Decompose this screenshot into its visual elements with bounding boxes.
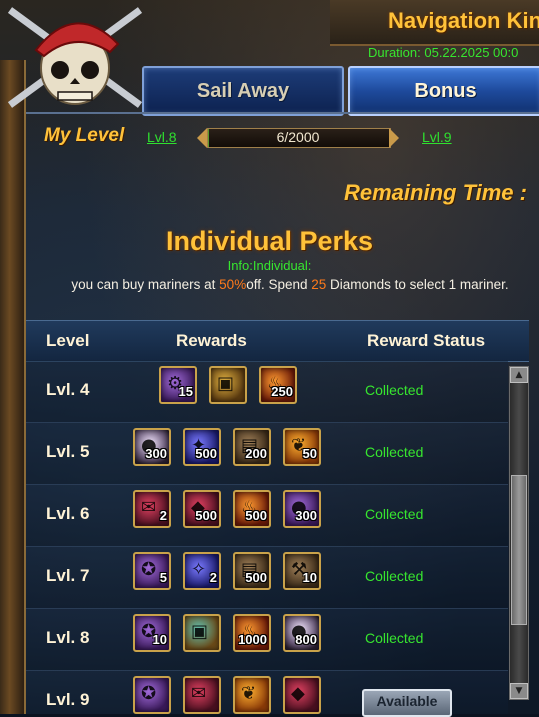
reward-status: Collected [365,568,424,584]
row-level: Lvl. 8 [46,628,90,647]
header-reward-status: Reward Status [367,331,486,350]
reward-status: Collected [365,630,424,646]
page-title: Navigation Kin [388,8,539,33]
reward-quantity: 10 [152,632,167,647]
reward-quantity: 250 [271,384,293,399]
chest-icon: ▣ [191,621,209,642]
rewards-scrollbar[interactable]: ▲ ▼ [509,366,529,700]
reward-row: Lvl. 8 ✪ 10 ▣ ♨ 1000 ● 800 Collected [26,608,508,671]
reward-item-pearl-icon[interactable]: ● 800 [283,614,321,652]
row-level: Lvl. 5 [46,442,90,461]
left-frame [0,60,26,714]
rune-icon: ✧ [191,559,207,580]
tab-sail-away[interactable]: Sail Away [142,66,344,116]
row-level: Lvl. 4 [46,380,90,399]
row-level: Lvl. 6 [46,504,90,523]
row-level: Lvl. 7 [46,566,90,585]
progress-text: 6/2000 [276,129,320,145]
table-header: Level Rewards Reward Status [26,320,529,362]
reward-item-crystal-icon[interactable]: ✦ 500 [183,428,221,466]
duration-text: Duration: 05.22.2025 00:0 [368,45,519,60]
reward-status: Collected [365,382,424,398]
perks-description: you can buy mariners at 50%off. Spend 25… [71,277,509,292]
pirate-skull-icon [7,7,143,108]
reward-item-pearl-icon[interactable]: ● 300 [133,428,171,466]
scroll-icon: ✉ [191,683,207,704]
reward-item-flame-icon[interactable]: ♨ 1000 [233,614,271,652]
reward-item-flame-icon[interactable]: ♨ 500 [233,490,271,528]
reward-row: Lvl. 7 ✪ 5 ✧ 2 ▤ 500 ⚒ 10 Collected [26,546,508,609]
reward-quantity: 15 [178,384,193,399]
reward-quantity: 500 [195,508,217,523]
reward-item-scroll-icon[interactable]: ✉ 2 [133,490,171,528]
available-button[interactable]: Available [362,689,452,717]
orb-icon: ✪ [141,683,157,704]
reward-quantity: 500 [195,446,217,461]
reward-status: Collected [365,444,424,460]
reward-item-orb-icon[interactable]: ✪ 10 [133,614,171,652]
reward-quantity: 200 [245,446,267,461]
reward-quantity: 1000 [238,632,267,647]
row-level: Lvl. 9 [46,690,90,709]
reward-item-scroll-icon[interactable]: ✉ [183,676,221,714]
reward-quantity: 500 [245,570,267,585]
header-rewards: Rewards [176,331,247,350]
feather-icon: ❦ [241,683,257,704]
reward-item-hammer-icon[interactable]: ⚒ 10 [283,552,321,590]
my-level-label: My Level [44,125,125,146]
perks-title: Individual Perks [165,226,374,256]
reward-item-feather-icon[interactable]: ❦ [233,676,271,714]
reward-row: Lvl. 4 ⚙ 15 ▣ ♨ 250 Collected [26,360,508,423]
reward-item-gem-icon[interactable]: ◆ 500 [183,490,221,528]
next-level-link[interactable]: Lvl.9 [422,129,452,145]
reward-item-book-icon[interactable]: ▤ 200 [233,428,271,466]
reward-row: Lvl. 6 ✉ 2 ◆ 500 ♨ 500 ● 300 Collected [26,484,508,547]
reward-item-flame-icon[interactable]: ♨ 250 [259,366,297,404]
remaining-time-label: Remaining Time : [344,180,527,205]
reward-item-pearl-icon[interactable]: ● 300 [283,490,321,528]
perks-info: Info:Individual: [227,258,312,273]
reward-quantity: 5 [159,570,167,585]
reward-item-gear-icon[interactable]: ⚙ 15 [159,366,197,404]
reward-item-chest-icon[interactable]: ▣ [183,614,221,652]
reward-item-gem-icon[interactable]: ◆ [283,676,321,714]
level-progress-bar: 6/2000 [197,126,399,148]
reward-quantity: 300 [145,446,167,461]
scroll-down-icon[interactable]: ▼ [510,683,528,699]
reward-quantity: 50 [302,446,317,461]
reward-rows: Lvl. 4 ⚙ 15 ▣ ♨ 250 Collected Lvl. 5 ● 300 ✦ 500 ▤ 20… [26,360,508,714]
chest-icon: ▣ [217,373,235,394]
reward-quantity: 10 [302,570,317,585]
orb-icon: ✪ [141,559,157,580]
scroll-thumb[interactable] [511,475,527,625]
header-level: Level [46,331,90,350]
scroll-up-icon[interactable]: ▲ [510,367,528,383]
scroll-icon: ✉ [141,497,157,518]
reward-status: Collected [365,506,424,522]
gem-icon: ◆ [291,683,305,704]
current-level-link[interactable]: Lvl.8 [147,129,177,145]
reward-quantity: 300 [295,508,317,523]
reward-item-orb-icon[interactable]: ✪ [133,676,171,714]
reward-quantity: 2 [209,570,217,585]
reward-quantity: 500 [245,508,267,523]
tab-bonus[interactable]: Bonus [348,66,539,116]
reward-quantity: 800 [295,632,317,647]
reward-item-feather-icon[interactable]: ❦ 50 [283,428,321,466]
reward-item-orb-icon[interactable]: ✪ 5 [133,552,171,590]
reward-row: Lvl. 5 ● 300 ✦ 500 ▤ 200 ❦ 50 Collected [26,422,508,485]
reward-item-rune-icon[interactable]: ✧ 2 [183,552,221,590]
reward-item-chest-icon[interactable]: ▣ [209,366,247,404]
reward-quantity: 2 [159,508,167,523]
reward-item-book-icon[interactable]: ▤ 500 [233,552,271,590]
